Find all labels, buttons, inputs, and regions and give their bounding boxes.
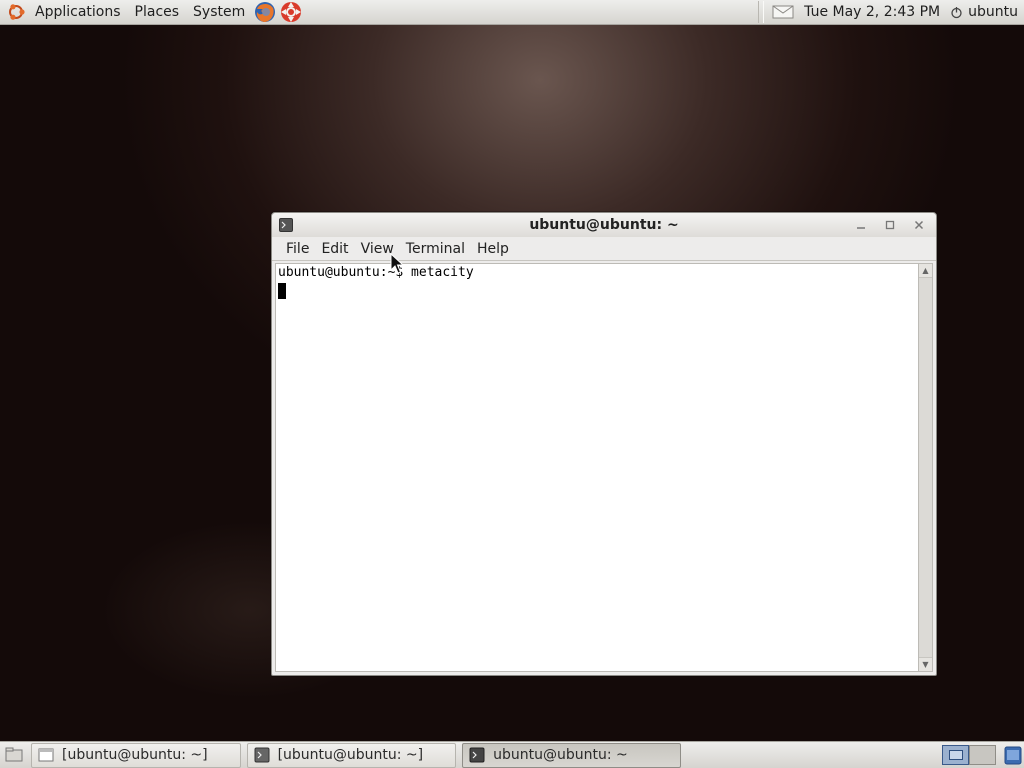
power-icon[interactable]: [950, 6, 963, 19]
scroll-down-icon[interactable]: ▼: [919, 658, 932, 671]
menu-file[interactable]: File: [280, 241, 315, 257]
vertical-scrollbar[interactable]: ▲ ▼: [918, 263, 933, 672]
window-titlebar[interactable]: ubuntu@ubuntu: ~: [272, 213, 936, 237]
scroll-up-icon[interactable]: ▲: [919, 264, 932, 277]
ubuntu-logo-icon[interactable]: [6, 2, 26, 22]
window-title: ubuntu@ubuntu: ~: [529, 217, 679, 233]
help-lifebuoy-icon[interactable]: [279, 0, 303, 24]
close-icon[interactable]: [908, 216, 930, 234]
task-button-3[interactable]: ubuntu@ubuntu: ~: [462, 742, 681, 768]
places-menu[interactable]: Places: [128, 0, 187, 25]
menu-edit[interactable]: Edit: [315, 241, 354, 257]
terminal-icon[interactable]: [279, 218, 293, 232]
minimize-icon[interactable]: [850, 216, 872, 234]
terminal-line: ubuntu@ubuntu:~$ metacity: [278, 265, 474, 280]
menu-help[interactable]: Help: [471, 241, 515, 257]
firefox-launcher-icon[interactable]: [253, 0, 277, 24]
top-panel: Applications Places System Tue May 2, 2:…: [0, 0, 1024, 25]
task-button-2[interactable]: [ubuntu@ubuntu: ~]: [246, 742, 457, 768]
mail-icon[interactable]: [772, 5, 794, 19]
task-button-1[interactable]: [ubuntu@ubuntu: ~]: [31, 742, 241, 768]
workspace-1[interactable]: [942, 745, 969, 765]
system-menu[interactable]: System: [186, 0, 252, 25]
window-icon: [38, 748, 54, 762]
task-label: ubuntu@ubuntu: ~: [493, 747, 628, 763]
maximize-icon[interactable]: [879, 216, 901, 234]
text-cursor: [278, 282, 286, 299]
trash-icon[interactable]: [1002, 744, 1024, 766]
mouse-pointer-icon: [390, 253, 404, 274]
window-controls: [843, 216, 930, 234]
terminal-icon: [469, 747, 485, 763]
terminal-window: ubuntu@ubuntu: ~ File Edit View Terminal…: [271, 212, 937, 676]
terminal-output[interactable]: ubuntu@ubuntu:~$ metacity: [275, 263, 919, 672]
terminal-prompt-line: [278, 282, 916, 300]
user-menu[interactable]: ubuntu: [968, 4, 1018, 20]
show-desktop-icon: [5, 747, 23, 762]
task-label: [ubuntu@ubuntu: ~]: [62, 747, 208, 763]
applications-menu[interactable]: Applications: [28, 0, 128, 25]
bottom-panel: [ubuntu@ubuntu: ~] [ubuntu@ubuntu: ~] ub…: [0, 741, 1024, 768]
workspace-switcher: [942, 745, 996, 765]
clock[interactable]: Tue May 2, 2:43 PM: [804, 4, 940, 20]
terminal-menubar: File Edit View Terminal Help: [272, 237, 936, 261]
show-desktop-button[interactable]: [3, 744, 25, 766]
panel-handle[interactable]: [758, 1, 765, 23]
menu-terminal[interactable]: Terminal: [400, 241, 471, 257]
scroll-track[interactable]: [919, 277, 932, 658]
notification-area: Tue May 2, 2:43 PM ubuntu: [758, 0, 1024, 25]
workspace-2[interactable]: [969, 745, 996, 765]
workspace-window-preview: [949, 750, 963, 760]
terminal-icon: [254, 747, 270, 763]
task-label: [ubuntu@ubuntu: ~]: [277, 747, 424, 763]
